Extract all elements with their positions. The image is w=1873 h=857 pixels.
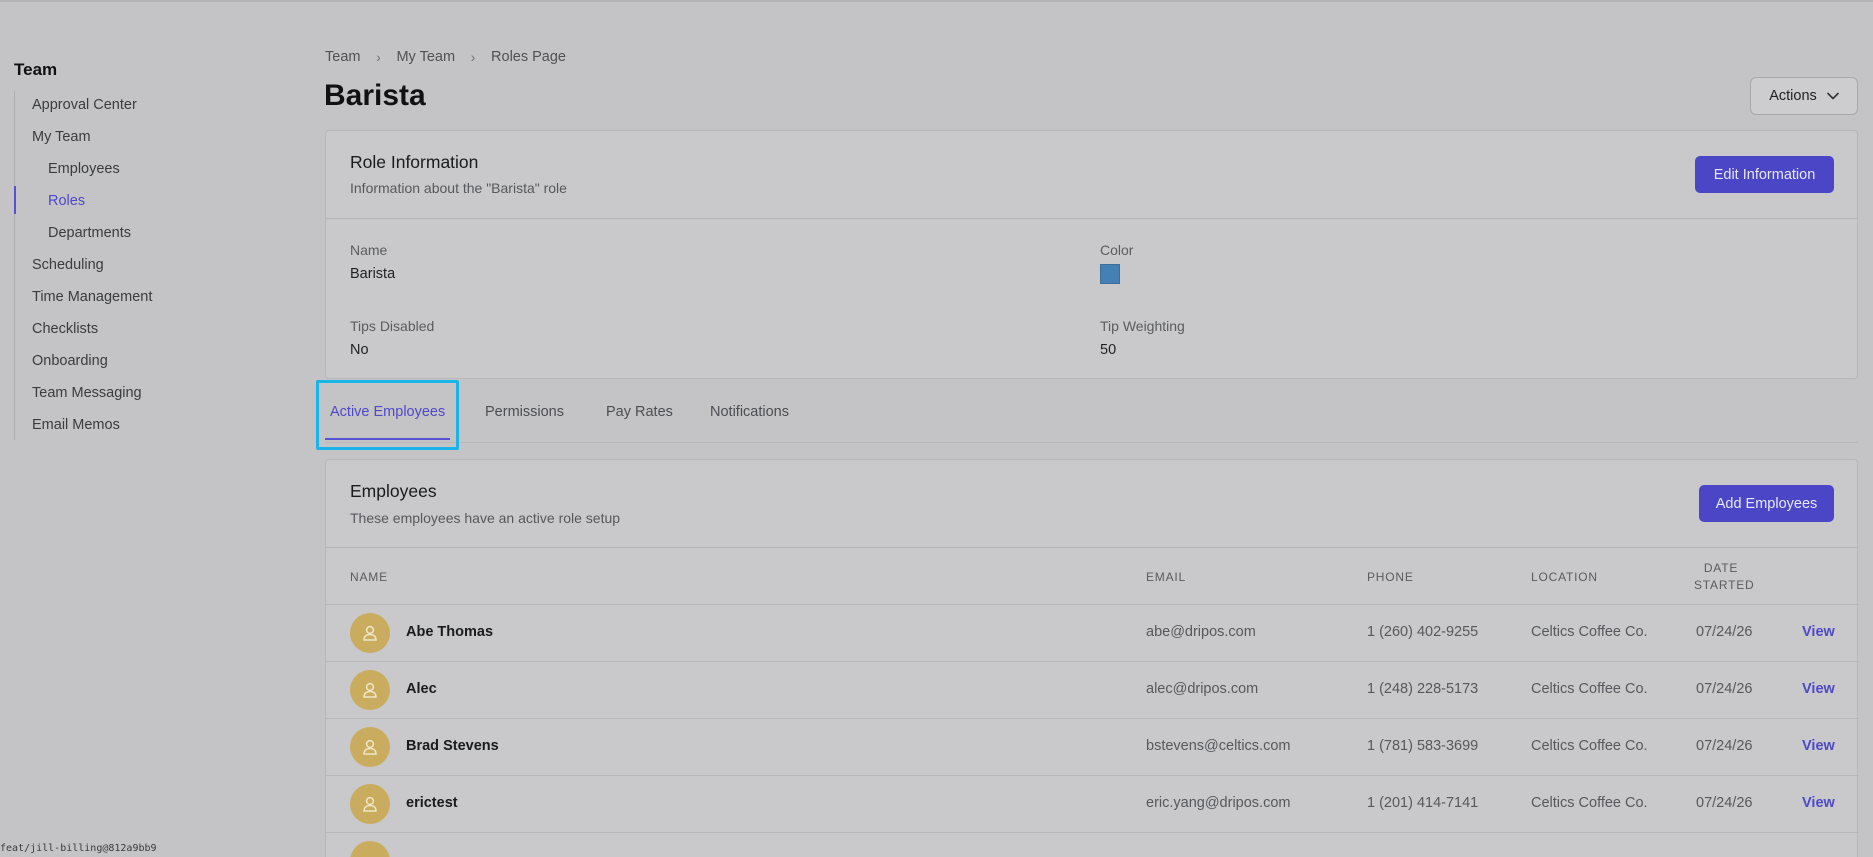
chevron-right-icon: › (376, 49, 381, 65)
role-info-title: Role Information (350, 152, 479, 172)
column-header-name: Name (350, 570, 388, 584)
employee-location: Celtics Coffee Co. (1531, 624, 1648, 640)
actions-dropdown-button[interactable]: Actions (1750, 77, 1858, 115)
employee-name: Alec (406, 681, 437, 697)
employees-title: Employees (350, 481, 437, 501)
sidebar-active-indicator (14, 186, 16, 214)
user-icon (363, 739, 377, 755)
tips-disabled-label: Tips Disabled (350, 318, 435, 334)
date-header-line-2: Started (1694, 578, 1755, 592)
employee-phone: 1 (781) 583-3699 (1367, 738, 1479, 754)
chevron-down-icon (1826, 92, 1839, 100)
sidebar-item-my-team[interactable]: My Team (32, 129, 91, 145)
header-divider (326, 604, 1859, 605)
page-title: Barista (324, 79, 426, 112)
avatar (350, 613, 390, 653)
employee-location: Celtics Coffee Co. (1531, 681, 1648, 697)
view-employee-link[interactable]: View (1802, 795, 1835, 811)
actions-label: Actions (1769, 88, 1817, 104)
column-header-location: Location (1531, 570, 1598, 584)
sidebar-title: Team (14, 60, 58, 79)
avatar (350, 670, 390, 710)
employee-phone: 1 (260) 402-9255 (1367, 624, 1479, 640)
employee-date-started: 07/24/26 (1696, 738, 1753, 754)
tip-weighting-value: 50 (1100, 342, 1117, 358)
employee-phone: 1 (201) 414-7141 (1367, 795, 1479, 811)
avatar (350, 784, 390, 824)
build-ref-label: feat/jill-billing@812a9bb9 (0, 843, 157, 854)
sidebar-item-team-messaging[interactable]: Team Messaging (32, 385, 142, 401)
employee-location: Celtics Coffee Co. (1531, 738, 1648, 754)
breadcrumb-team[interactable]: Team (325, 49, 360, 65)
sidebar-item-employees[interactable]: Employees (48, 161, 120, 177)
breadcrumb: Team › My Team › Roles Page (325, 49, 566, 65)
sidebar-item-approval-center[interactable]: Approval Center (32, 97, 137, 113)
sidebar-nav: Approval Center My Team Employees Roles … (14, 91, 294, 440)
user-icon (363, 796, 377, 812)
tab-permissions[interactable]: Permissions (485, 404, 564, 420)
employee-name: erictest (406, 795, 458, 811)
employee-email: abe@dripos.com (1146, 624, 1256, 640)
sidebar-item-checklists[interactable]: Checklists (32, 321, 98, 337)
view-employee-link[interactable]: View (1802, 624, 1835, 640)
row-divider (326, 661, 1859, 662)
employee-email: eric.yang@dripos.com (1146, 795, 1291, 811)
row-divider (326, 718, 1859, 719)
employee-location: Celtics Coffee Co. (1531, 795, 1648, 811)
employee-email: bstevens@celtics.com (1146, 738, 1291, 754)
tips-disabled-value: No (350, 342, 369, 358)
date-header-line-1: Date (1703, 561, 1739, 575)
color-swatch (1100, 264, 1120, 284)
employee-name: Abe Thomas (406, 624, 494, 640)
employee-phone: 1 (248) 228-5173 (1367, 681, 1479, 697)
add-employees-button[interactable]: Add Employees (1699, 485, 1834, 522)
view-employee-link[interactable]: View (1802, 681, 1835, 697)
card-divider (326, 547, 1857, 548)
sidebar: Team Approval Center My Team Employees R… (0, 0, 320, 857)
tip-weighting-label: Tip Weighting (1100, 318, 1185, 334)
employee-date-started: 07/24/26 (1696, 795, 1753, 811)
sidebar-item-email-memos[interactable]: Email Memos (32, 417, 120, 433)
sidebar-item-scheduling[interactable]: Scheduling (32, 257, 104, 273)
employee-date-started: 07/24/26 (1696, 624, 1753, 640)
user-icon (363, 625, 377, 641)
user-icon (363, 682, 377, 698)
column-header-email: Email (1146, 570, 1187, 584)
role-information-card: Role Information Information about the "… (325, 130, 1858, 379)
column-header-phone: Phone (1367, 570, 1414, 584)
sidebar-item-departments[interactable]: Departments (48, 225, 131, 241)
card-divider (326, 218, 1857, 219)
avatar (350, 727, 390, 767)
tab-notifications[interactable]: Notifications (710, 404, 789, 420)
name-label: Name (350, 242, 388, 258)
view-employee-link[interactable]: View (1802, 738, 1835, 754)
employee-email: alec@dripos.com (1146, 681, 1259, 697)
avatar (350, 841, 390, 857)
chevron-right-icon: › (470, 49, 476, 65)
column-header-date-started: Date Started (1694, 561, 1755, 592)
row-divider (326, 775, 1859, 776)
breadcrumb-roles-page[interactable]: Roles Page (491, 49, 566, 65)
name-value: Barista (350, 266, 396, 282)
color-label: Color (1100, 242, 1134, 258)
sidebar-item-roles[interactable]: Roles (48, 193, 85, 209)
breadcrumb-my-team[interactable]: My Team (396, 49, 455, 65)
tab-focus-ring (316, 380, 459, 450)
role-info-subtitle: Information about the "Barista" role (350, 180, 567, 196)
sidebar-item-onboarding[interactable]: Onboarding (32, 353, 108, 369)
tabs-baseline (325, 442, 1858, 443)
tab-pay-rates[interactable]: Pay Rates (606, 404, 673, 420)
employees-subtitle: These employees have an active role setu… (350, 510, 621, 526)
edit-information-button[interactable]: Edit Information (1695, 156, 1834, 193)
employee-date-started: 07/24/26 (1696, 681, 1753, 697)
row-divider (326, 832, 1859, 833)
sidebar-item-time-management[interactable]: Time Management (32, 289, 152, 305)
employees-card: Employees These employees have an active… (325, 459, 1859, 857)
employee-name: Brad Stevens (406, 738, 499, 754)
